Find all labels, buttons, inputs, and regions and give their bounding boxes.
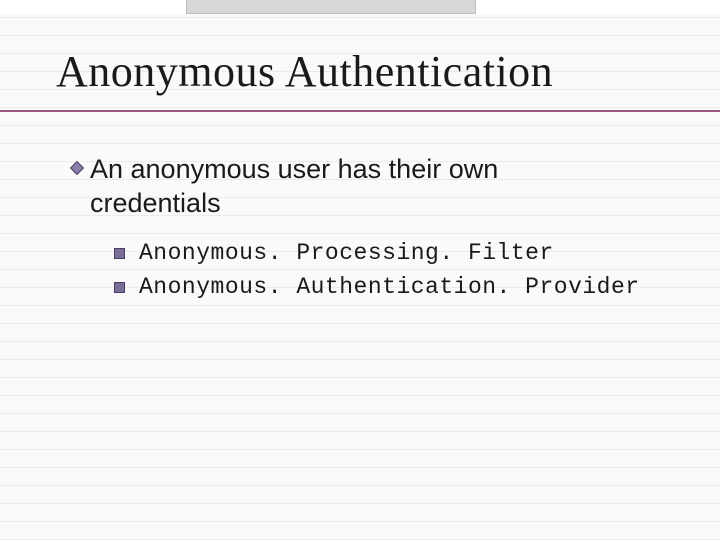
diamond-bullet-icon — [70, 161, 84, 175]
bullet-level1-cont: credentials — [70, 186, 221, 220]
bullet-level2: Anonymous. Authentication. Provider — [114, 274, 640, 300]
square-bullet-icon — [114, 248, 125, 259]
bullet-level1: An anonymous user has their own — [70, 152, 498, 186]
square-bullet-icon — [114, 282, 125, 293]
bullet-level1-text: An anonymous user has their own — [90, 152, 498, 186]
bullet-level2: Anonymous. Processing. Filter — [114, 240, 554, 266]
bullet-level2-text: Anonymous. Processing. Filter — [139, 240, 554, 266]
bullet-level2-text: Anonymous. Authentication. Provider — [139, 274, 640, 300]
slide: Anonymous Authentication An anonymous us… — [0, 0, 720, 540]
slide-title: Anonymous Authentication — [56, 46, 553, 97]
title-underline — [0, 110, 720, 112]
header-tab — [186, 0, 476, 14]
bullet-level1-text-cont: credentials — [90, 186, 221, 220]
